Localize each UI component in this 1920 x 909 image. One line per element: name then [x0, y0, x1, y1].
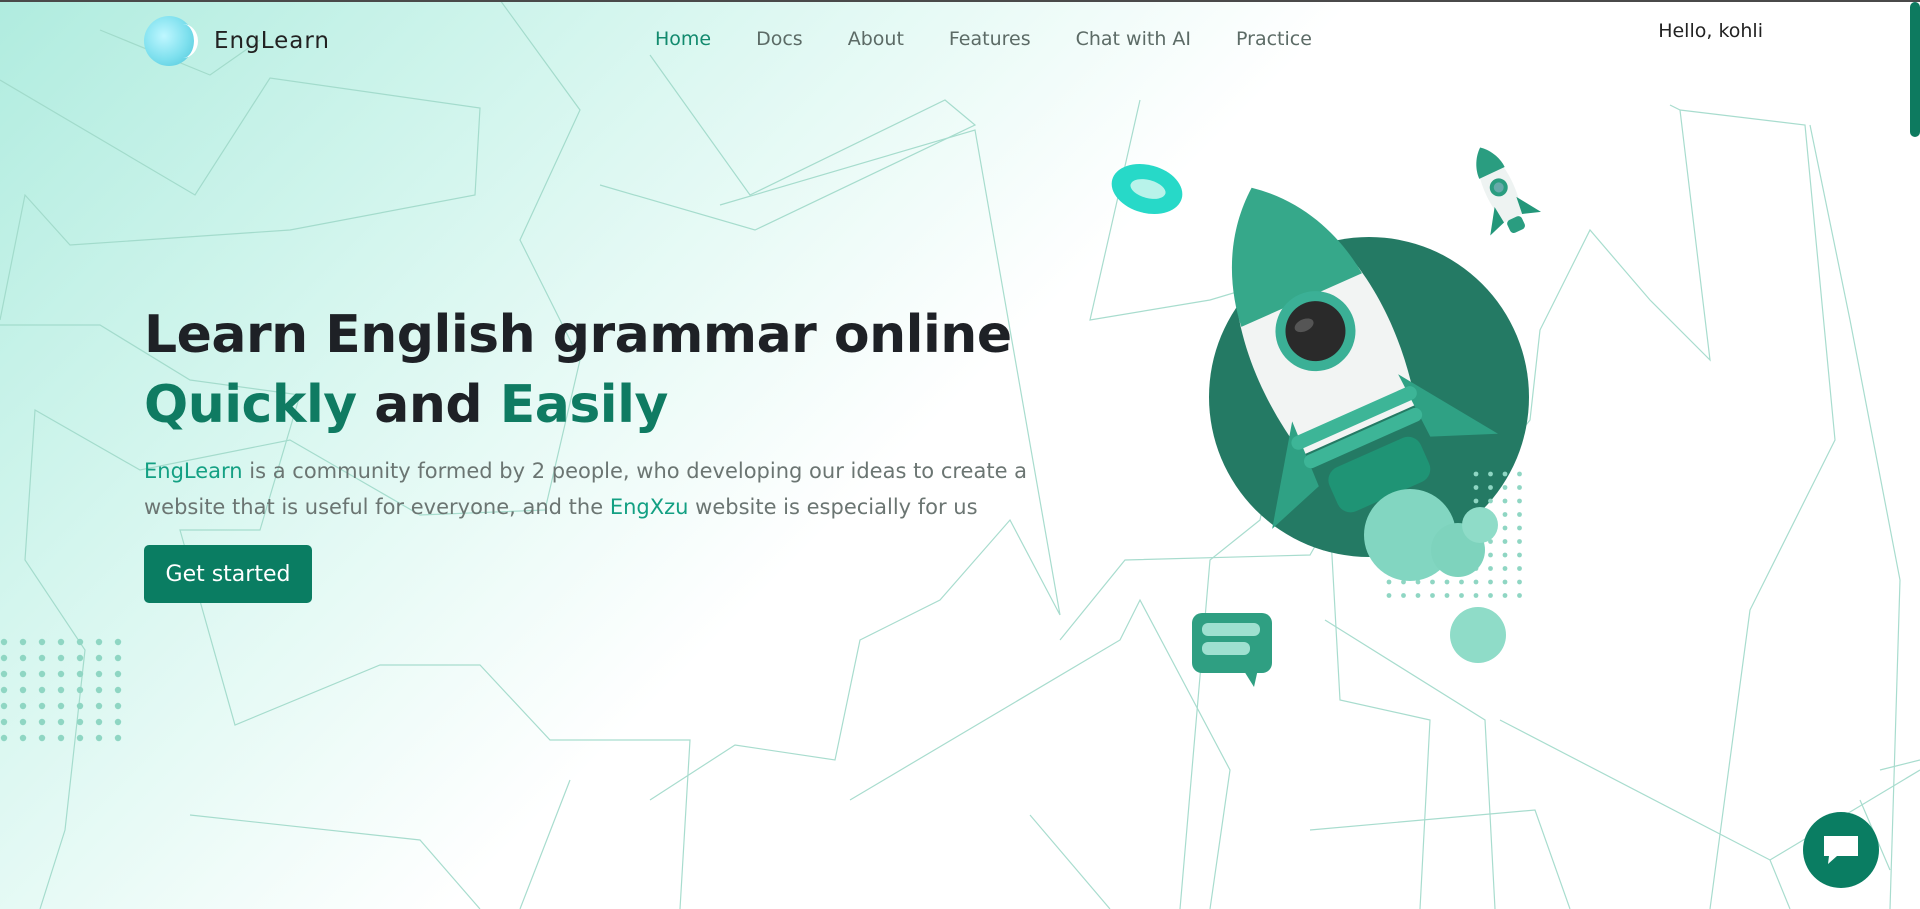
nav-docs[interactable]: Docs — [756, 28, 803, 50]
desc-text-part2: website is especially for us — [688, 495, 978, 519]
top-border — [0, 0, 1920, 2]
rocket-icon — [1111, 147, 1542, 687]
desc-brand-englearn: EngLearn — [144, 459, 243, 483]
desc-brand-engxzu: EngXzu — [609, 495, 689, 519]
nav-about[interactable]: About — [848, 28, 904, 50]
hero-title-quickly: Quickly — [144, 375, 357, 435]
chat-bubble-icon — [1824, 836, 1858, 864]
main-nav: Home Docs About Features Chat with AI Pr… — [655, 28, 1357, 50]
user-greeting[interactable]: Hello, kohli — [1658, 20, 1763, 42]
moon-logo-icon — [144, 16, 198, 66]
chat-widget-button[interactable] — [1803, 812, 1879, 888]
brand-name: EngLearn — [214, 28, 330, 54]
brand-logo[interactable]: EngLearn — [144, 16, 330, 66]
hero-title-easily: Easily — [499, 375, 669, 435]
get-started-button[interactable]: Get started — [144, 545, 312, 603]
dot-grid-decoration — [0, 638, 122, 742]
hero-title: Learn English grammar online Quickly and… — [144, 300, 1012, 440]
hero-title-line1: Learn English grammar online — [144, 305, 1012, 365]
hero-title-connector: and — [356, 375, 500, 435]
nav-features[interactable]: Features — [949, 28, 1031, 50]
nav-home[interactable]: Home — [655, 28, 711, 50]
nav-chat-with-ai[interactable]: Chat with AI — [1076, 28, 1191, 50]
scrollbar-thumb[interactable] — [1910, 2, 1920, 137]
nav-practice[interactable]: Practice — [1236, 28, 1312, 50]
hero-description: EngLearn is a community formed by 2 peop… — [144, 453, 1044, 525]
